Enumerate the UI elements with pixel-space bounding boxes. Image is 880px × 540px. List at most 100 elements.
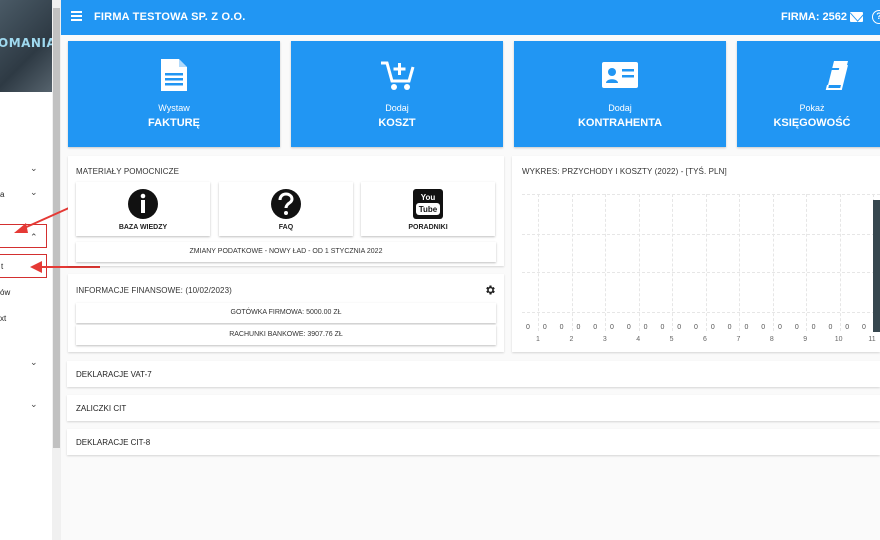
chart-data-label: 0 xyxy=(559,324,564,331)
chart-data-label: 0 xyxy=(576,324,581,331)
chart-data-label: 0 xyxy=(845,324,850,331)
document-icon xyxy=(161,59,187,91)
sidebar-item-5[interactable]: ⌄ xyxy=(0,394,50,418)
hamburger-menu-icon[interactable] xyxy=(71,11,82,21)
chart-data-label: 0 xyxy=(660,324,665,331)
svg-text:You: You xyxy=(421,193,436,202)
tile-action: Dodaj xyxy=(608,103,632,113)
help-materials-title: MATERIAŁY POMOCNICZE xyxy=(76,167,180,176)
accordion-label: DEKLARACJE VAT-7 xyxy=(76,370,152,379)
chart-data-label: 0 xyxy=(761,324,766,331)
chart-data-label: 0 xyxy=(677,324,682,331)
chart-data-label: 0 xyxy=(710,324,715,331)
accordion-cit-advances[interactable]: ZALICZKI CIT xyxy=(67,395,880,421)
help-icon[interactable]: ? xyxy=(872,10,880,24)
issue-invoice-tile[interactable]: Wystaw FAKTURĘ xyxy=(68,41,280,147)
mail-icon[interactable] xyxy=(850,12,863,22)
chart-tick-label: 9 xyxy=(803,336,808,343)
add-cost-tile[interactable]: Dodaj KOSZT xyxy=(291,41,503,147)
chart-tick-label: 8 xyxy=(769,336,774,343)
info-icon xyxy=(128,189,158,219)
chevron-down-icon: ⌄ xyxy=(30,163,38,173)
settings-gear-icon[interactable] xyxy=(484,284,496,296)
chart-data-label: 0 xyxy=(626,324,631,331)
svg-text:Tube: Tube xyxy=(419,205,438,214)
accordion-vat7[interactable]: DEKLARACJE VAT-7 xyxy=(67,361,880,387)
guides-button[interactable]: You Tube PORADNIKI xyxy=(361,182,495,236)
tile-action: Pokaż xyxy=(799,103,825,113)
company-id: FIRMA: 2562 xyxy=(781,11,848,23)
chart-tick-label: 3 xyxy=(602,336,607,343)
chart-gridline xyxy=(522,234,880,235)
chart-tick-label: 2 xyxy=(569,336,574,343)
tile-label: KOSZT xyxy=(378,117,416,129)
contact-card-icon xyxy=(602,62,638,88)
chart-tick-label: 7 xyxy=(736,336,741,343)
accordion-cit8[interactable]: DEKLARACJE CIT-8 xyxy=(67,429,880,455)
chart-data-label: 0 xyxy=(643,324,648,331)
chart-data-label: 0 xyxy=(610,324,614,331)
chart-data-label: 0 xyxy=(694,324,698,331)
youtube-icon: You Tube xyxy=(413,189,443,219)
tile-action: Wystaw xyxy=(158,103,190,113)
sidebar-subitem-3[interactable]: xt xyxy=(0,306,50,330)
chart-gridline xyxy=(672,194,673,331)
chart-tick-label: 6 xyxy=(703,336,707,343)
chart-gridline xyxy=(839,194,841,331)
sidebar-item-4[interactable]: ⌄ xyxy=(0,352,50,376)
chart-data-label: 0 xyxy=(828,324,833,331)
chevron-down-icon: ⌄ xyxy=(30,399,38,409)
chart-gridline xyxy=(806,194,807,331)
chart-gridline xyxy=(522,272,880,273)
faq-button[interactable]: FAQ xyxy=(219,182,353,236)
logo-text: OMANIA xyxy=(0,36,52,50)
bank-accounts-info: RACHUNKI BANKOWE: 3907.76 ZŁ xyxy=(76,325,496,345)
chart-gridline xyxy=(638,194,640,331)
tile-label: FAKTURĘ xyxy=(148,117,200,129)
book-icon xyxy=(825,61,848,90)
chart-tick-label: 5 xyxy=(669,336,674,343)
sidebar-item-1[interactable]: ⌄ xyxy=(0,158,50,182)
tile-label: KSIĘGOWOŚĆ xyxy=(773,117,851,129)
chart-tick-label: 11 xyxy=(868,336,876,343)
chart-gridline xyxy=(538,194,539,331)
chart-tick-label: 4 xyxy=(636,336,641,343)
chart-tick-label: 10 xyxy=(834,336,843,343)
tile-label: KONTRAHENTA xyxy=(577,117,663,129)
chart-gridline xyxy=(705,194,707,331)
chart-gridline xyxy=(605,194,606,331)
cart-add-icon xyxy=(381,61,415,90)
add-contractor-tile[interactable]: Dodaj KONTRAHENTA xyxy=(514,41,726,147)
tax-changes-link[interactable]: ZMIANY PODATKOWE - NOWY ŁAD - OD 1 STYCZ… xyxy=(76,242,496,262)
chart-data-label: 0 xyxy=(744,324,749,331)
tile-action: Dodaj xyxy=(385,103,409,113)
company-name: FIRMA TESTOWA SP. Z O.O. xyxy=(94,11,246,23)
question-icon xyxy=(271,189,301,219)
chart-title: WYKRES: PRZYCHODY I KOSZTY (2022) - [TYŚ… xyxy=(522,167,727,176)
chart-gridline xyxy=(772,194,774,331)
chart-card xyxy=(512,156,880,352)
show-accounting-tile[interactable]: Pokaż KSIĘGOWOŚĆ xyxy=(737,41,880,147)
chart-data-label: 0 xyxy=(727,324,732,331)
chart-gridline xyxy=(522,312,880,313)
chart-gridline xyxy=(739,194,740,331)
chart-data-label: 0 xyxy=(778,324,782,331)
chart-tick-label: 1 xyxy=(536,336,540,343)
chart-data-label: 0 xyxy=(526,324,530,331)
chart-gridline xyxy=(571,194,573,331)
accordion-label: DEKLARACJE CIT-8 xyxy=(76,438,151,447)
top-app-bar: FIRMA TESTOWA SP. Z O.O. FIRMA: 2562 ? xyxy=(61,0,880,35)
chart-bar xyxy=(873,200,880,332)
chart-data-label: 0 xyxy=(593,324,598,331)
accordion-label: ZALICZKI CIT xyxy=(76,404,127,413)
chart-data-label: 0 xyxy=(542,324,547,331)
company-logo[interactable]: OMANIA xyxy=(0,0,52,92)
chart-data-label: 0 xyxy=(862,324,866,331)
chevron-down-icon: ⌄ xyxy=(30,357,38,367)
chart-gridline xyxy=(522,194,880,195)
chart-data-label: 0 xyxy=(811,324,816,331)
chart-data-label: 0 xyxy=(794,324,799,331)
finance-info-title: INFORMACJE FINANSOWE: (10/02/2023) xyxy=(76,286,232,295)
company-cash-info: GOTÓWKA FIRMOWA: 5000.00 ZŁ xyxy=(76,303,496,323)
knowledge-base-button[interactable]: BAZA WIEDZY xyxy=(76,182,210,236)
